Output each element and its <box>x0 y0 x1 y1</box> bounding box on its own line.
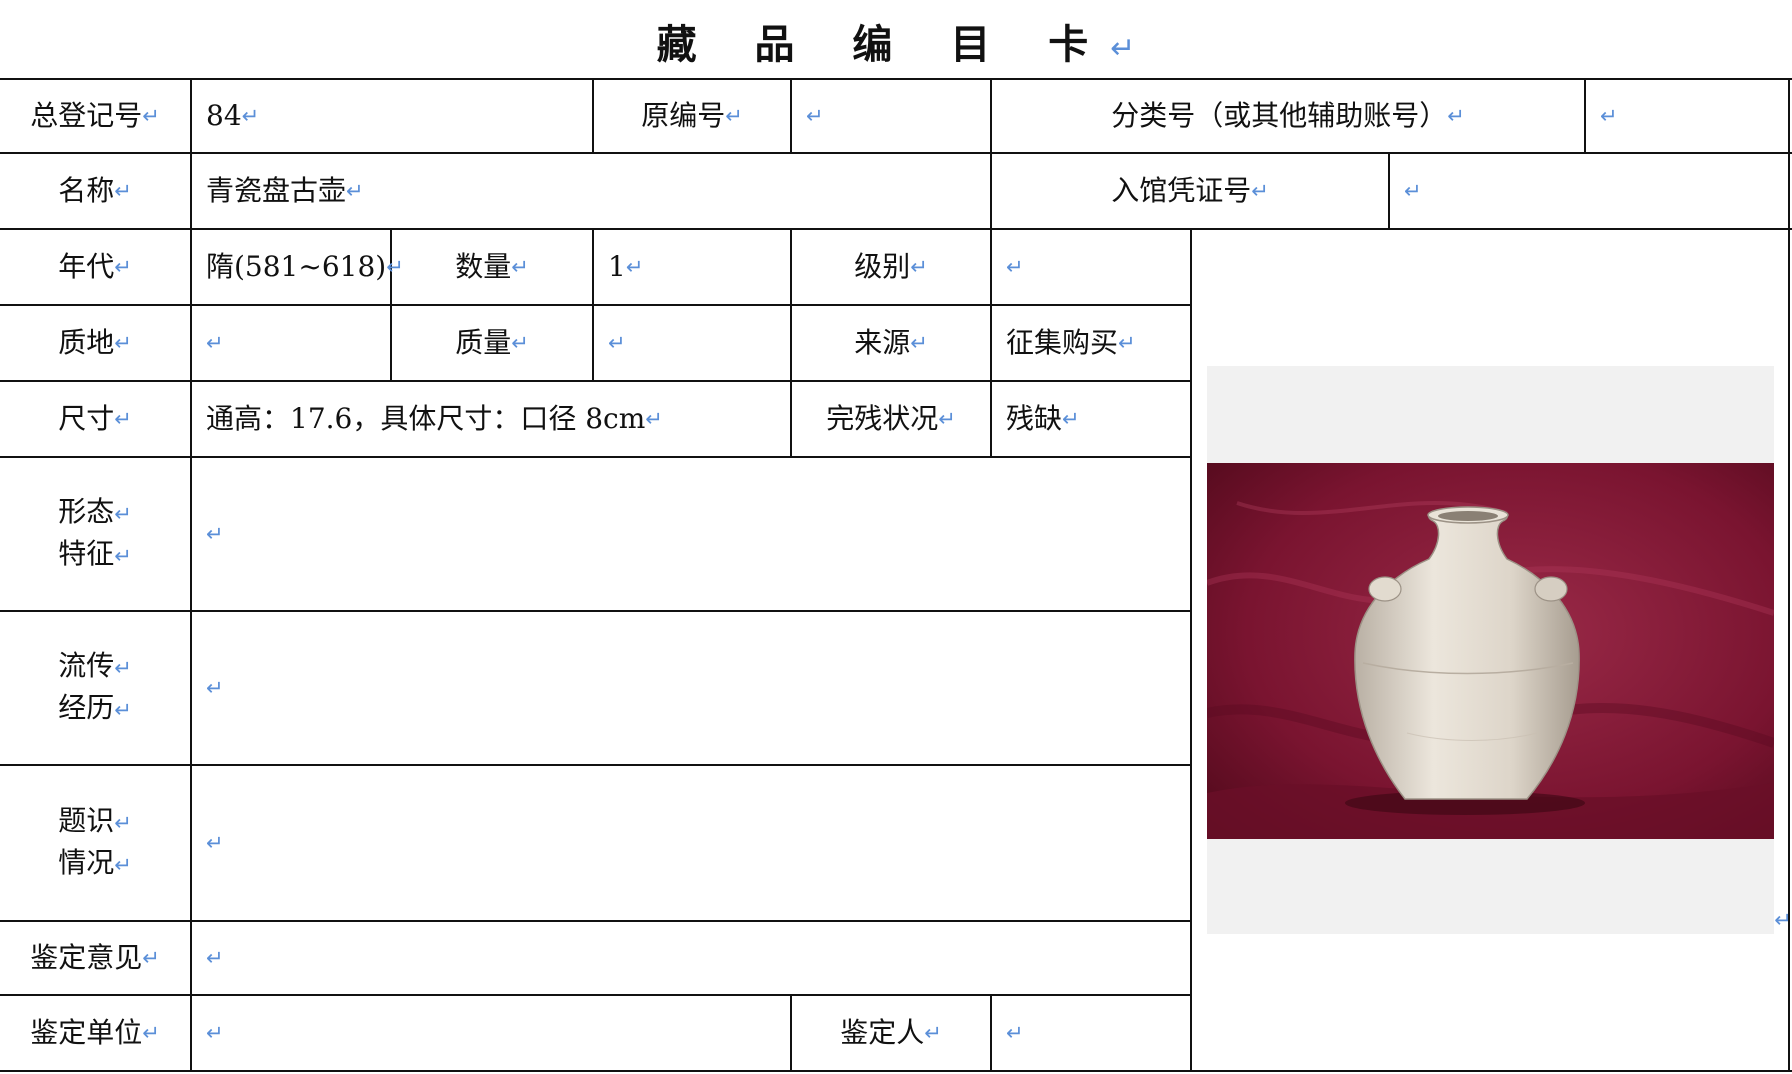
source-value: 征集购买 ↵ <box>1006 326 1136 359</box>
appraisal-unit-label: 鉴定单位 ↵ <box>30 1016 160 1049</box>
celadon-vase-photo <box>1207 463 1774 839</box>
orig-no-value: ↵ <box>806 104 824 128</box>
class-no-value: ↵ <box>1600 104 1618 128</box>
name-label: 名称 ↵ <box>58 174 132 207</box>
inscription-label: 题识↵ 情况↵ <box>58 804 132 879</box>
photo-return-mark: ↵ <box>1774 908 1792 932</box>
appraiser-value: ↵ <box>1006 1021 1024 1045</box>
material-label: 质地 ↵ <box>58 326 132 359</box>
appraisal-value: ↵ <box>206 946 224 970</box>
card-title: 藏 品 编 目 卡↵ <box>656 21 1136 68</box>
voucher-label: 入馆凭证号 ↵ <box>1111 174 1269 207</box>
appraisal-unit-value: ↵ <box>206 1021 224 1045</box>
grade-value: ↵ <box>1006 255 1024 279</box>
voucher-value: ↵ <box>1404 179 1422 203</box>
condition-value: 残缺 ↵ <box>1006 402 1080 435</box>
grade-label: 级别 ↵ <box>854 250 928 283</box>
era-value: 隋(581~618) ↵ <box>206 250 404 283</box>
condition-label: 完残状况 ↵ <box>826 402 956 435</box>
era-label: 年代 ↵ <box>58 250 132 283</box>
history-value: ↵ <box>206 676 224 700</box>
orig-no-label: 原编号 ↵ <box>641 99 743 132</box>
size-label: 尺寸 ↵ <box>58 402 132 435</box>
grid-line <box>1190 228 1192 1072</box>
material-value: ↵ <box>206 331 224 355</box>
form-value: ↵ <box>206 522 224 546</box>
total-reg-no-value: 84 ↵ <box>206 99 260 132</box>
inscription-value: ↵ <box>206 831 224 855</box>
name-value: 青瓷盘古壶 ↵ <box>206 174 364 207</box>
quantity-label: 数量 ↵ <box>455 250 529 283</box>
quantity-value: 1 ↵ <box>608 250 644 283</box>
appraiser-label: 鉴定人 ↵ <box>840 1016 942 1049</box>
grid-line <box>0 1070 1792 1072</box>
source-label: 来源 ↵ <box>854 326 928 359</box>
history-label: 流传↵ 经历↵ <box>58 649 132 724</box>
size-value: 通高：17.6，具体尺寸：口径 8cm ↵ <box>206 402 663 435</box>
weight-label: 质量 ↵ <box>455 326 529 359</box>
appraisal-label: 鉴定意见 ↵ <box>30 941 160 974</box>
form-label: 形态↵ 特征↵ <box>58 495 132 570</box>
class-no-label: 分类号（或其他辅助账号） ↵ <box>1111 99 1465 132</box>
weight-value: ↵ <box>608 331 626 355</box>
total-reg-no-label: 总登记号 ↵ <box>30 99 160 132</box>
